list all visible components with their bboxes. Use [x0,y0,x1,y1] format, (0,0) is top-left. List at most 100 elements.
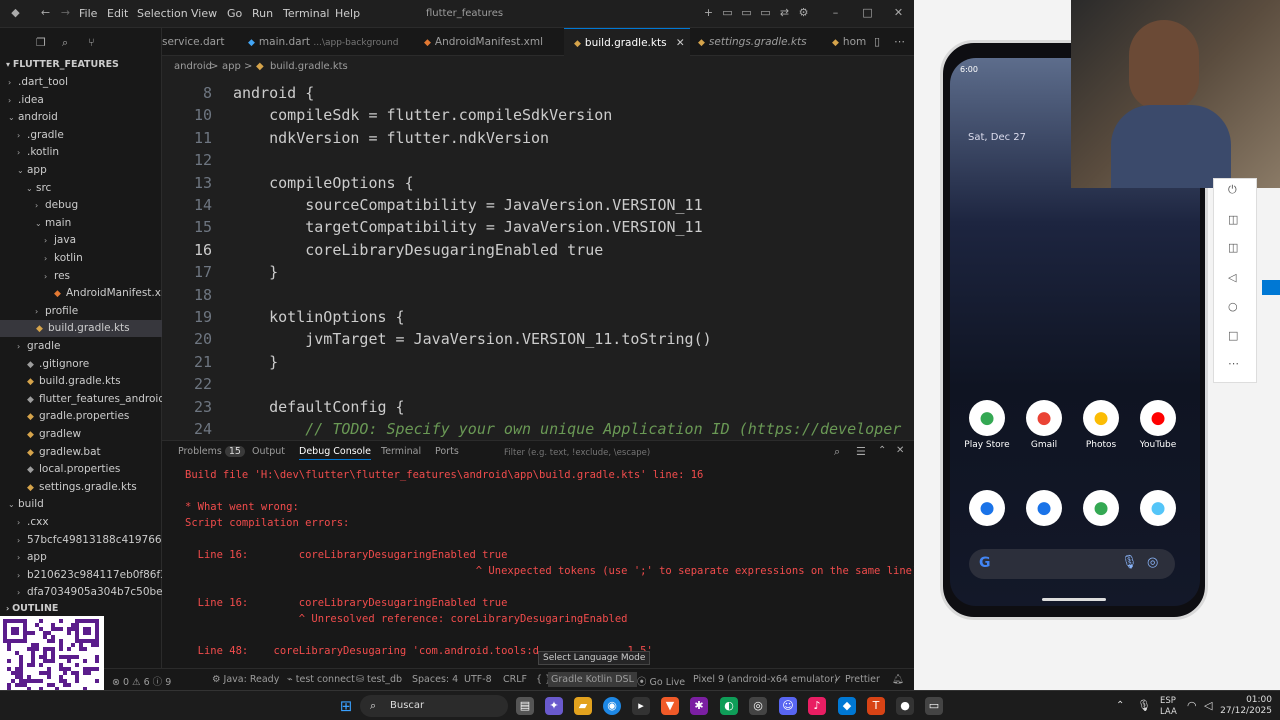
code-line[interactable]: 17 } [162,261,914,283]
more-icon[interactable]: ⋯ [1228,357,1239,370]
google-search-bar[interactable]: G 🎙︎ ◎ [969,549,1175,579]
app-shortcut[interactable]: ● [1016,490,1072,530]
file-explorer-icon[interactable]: ▰ [574,697,592,715]
volume-down-icon[interactable]: ◫ [1228,241,1238,254]
windows-start-icon[interactable]: ⊞ [337,697,355,715]
search-icon[interactable]: ⌕ [62,36,68,50]
gesture-nav-bar[interactable] [1042,598,1106,601]
tree-item[interactable]: › gradle [0,338,162,355]
code-line[interactable]: 13 compileOptions { [162,172,914,194]
outline-section[interactable]: › OUTLINE [6,603,58,614]
status-device[interactable]: Pixel 9 (android-x64 emulator) [693,674,838,685]
vscode-icon[interactable]: ◆ [838,697,856,715]
filter-input[interactable] [504,445,824,461]
list-filter-icon[interactable]: ☰ [856,445,866,458]
breadcrumb-item[interactable]: app [222,61,241,72]
code-line[interactable]: 16 coreLibraryDesugaringEnabled true [162,239,914,261]
clock-date[interactable]: 27/12/2025 [1220,706,1272,716]
tab-android-manifest[interactable]: ◆ AndroidManifest.xml [424,28,554,56]
menu-help[interactable]: Help [335,7,360,20]
app-shortcut[interactable]: ● [1073,490,1129,530]
app-shortcut[interactable]: ● Photos [1073,400,1129,450]
menu-go[interactable]: Go [227,7,242,20]
explorer-root[interactable]: ▾ FLUTTER_FEATURES [6,59,119,70]
tree-item[interactable]: › debug [0,197,162,214]
chevron-up-icon[interactable]: ⌃ [878,445,886,456]
close-icon[interactable]: ✕ [893,7,904,18]
breadcrumb-item[interactable]: android [174,61,212,72]
breadcrumb-item[interactable]: build.gradle.kts [270,61,348,72]
panel-tab-ports[interactable]: Ports [435,446,459,457]
discord-icon[interactable]: ☺ [779,697,797,715]
tab-main-dart[interactable]: ◆ main.dart ...\app-background [248,28,408,56]
overview-icon[interactable]: □ [1228,329,1238,342]
split-editor-icon[interactable]: ▯ [874,35,880,48]
tiktok-icon[interactable]: ♪ [808,697,826,715]
code-line[interactable]: 15 targetCompatibility = JavaVersion.VER… [162,216,914,238]
maximize-icon[interactable]: □ [862,7,873,18]
tree-item[interactable]: › .kotlin [0,144,162,161]
tree-item[interactable]: ◆ AndroidManifest.xml [0,285,162,302]
tab-close-icon[interactable]: ✕ [676,37,685,49]
layout-panel-icon[interactable]: ▭ [741,7,752,18]
tree-item[interactable]: ⌄ src [0,180,162,197]
back-icon[interactable]: ◁ [1228,271,1236,284]
app-shortcut[interactable]: ● YouTube [1130,400,1186,450]
status-go-live[interactable]: ⦿ Go Live [637,674,685,688]
tree-item[interactable]: ◆ build.gradle.kts [0,320,162,338]
tree-item[interactable]: ◆ build.gradle.kts [0,373,162,390]
panel-tab-output[interactable]: Output [252,446,285,457]
tree-item[interactable]: › b210623c984117eb0f86f3... [0,567,162,584]
menu-run[interactable]: Run [252,7,273,20]
power-icon[interactable]: ⏻ [1228,183,1237,197]
code-line[interactable]: 10 compileSdk = flutter.compileSdkVersio… [162,104,914,126]
taskbar-search[interactable]: ⌕ Buscar [360,695,508,717]
back-arrow-icon[interactable]: ← [40,7,51,18]
tree-item[interactable]: › app [0,549,162,566]
status-spaces[interactable]: Spaces: 4 [412,674,458,685]
more-actions-icon[interactable]: ⋯ [894,35,905,48]
tab-hom[interactable]: ◆ hom [832,28,872,56]
tree-item[interactable]: › res [0,268,162,285]
tray-chevron-icon[interactable]: ⌃ [1116,700,1124,711]
tree-item[interactable]: › .cxx [0,514,162,531]
gear-icon[interactable]: ⚙ [798,7,809,18]
status-eol[interactable]: CRLF [503,674,527,685]
github-icon[interactable]: ● [896,697,914,715]
panel-tab-terminal[interactable]: Terminal [381,446,421,457]
code-line[interactable]: 24 // TODO: Specify your own unique Appl… [162,418,914,438]
tree-item[interactable]: ◆ gradle.properties [0,408,162,425]
edge-icon[interactable]: ◐ [720,697,738,715]
status-java[interactable]: ⚙ Java: Ready [212,674,279,685]
code-line[interactable]: 20 jvmTarget = JavaVersion.VERSION_11.to… [162,328,914,350]
tree-item[interactable]: ◆ gradlew.bat [0,444,162,461]
status-encoding[interactable]: UTF-8 [464,674,492,685]
code-line[interactable]: 8 android { [162,82,914,104]
lens-icon[interactable]: ◎ [1147,555,1158,570]
tab-service-dart[interactable]: service.dart [162,28,242,56]
lang-indicator[interactable]: ESP [1160,696,1176,706]
code-line[interactable]: 18 [162,284,914,306]
chrome-icon[interactable]: ◉ [603,697,621,715]
status-db[interactable]: ⛁ test_db [356,674,402,685]
app-shortcut[interactable]: ● [1130,490,1186,530]
tree-item[interactable]: › java [0,232,162,249]
terminal-icon[interactable]: ▸ [632,697,650,715]
files-icon[interactable]: ❐ [36,36,46,49]
wifi-icon[interactable]: ◠ [1187,699,1197,712]
copilot-icon[interactable]: ✦ [545,697,563,715]
panel-tab-problems[interactable]: Problems 15 [178,446,245,457]
tree-item[interactable]: › 57bcfc49813188c419766... [0,532,162,549]
code-line[interactable]: 11 ndkVersion = flutter.ndkVersion [162,127,914,149]
add-icon[interactable]: + [703,7,714,18]
tree-item[interactable]: › profile [0,303,162,320]
tab-settings-gradle[interactable]: ◆ settings.gradle.kts [698,28,828,56]
code-line[interactable]: 23 defaultConfig { [162,396,914,418]
menu-selection[interactable]: Selection [137,7,188,20]
menu-view[interactable]: View [191,7,217,20]
tree-item[interactable]: ⌄ build [0,496,162,513]
panel-tab-debug-console[interactable]: Debug Console [299,446,371,460]
task-view-icon[interactable]: ▤ [516,697,534,715]
menu-file[interactable]: File [79,7,97,20]
code-line[interactable]: 12 [162,149,914,171]
